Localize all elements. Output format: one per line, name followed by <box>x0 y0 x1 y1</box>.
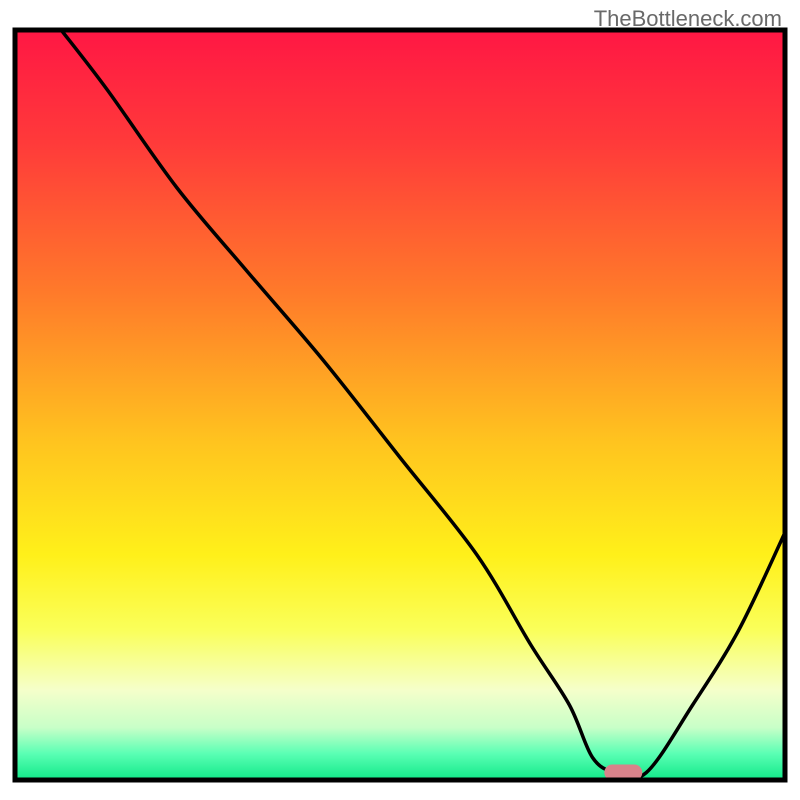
chart-container: TheBottleneck.com <box>0 0 800 800</box>
bottleneck-chart <box>0 0 800 800</box>
watermark-text: TheBottleneck.com <box>594 6 782 32</box>
gradient-background <box>15 30 785 780</box>
